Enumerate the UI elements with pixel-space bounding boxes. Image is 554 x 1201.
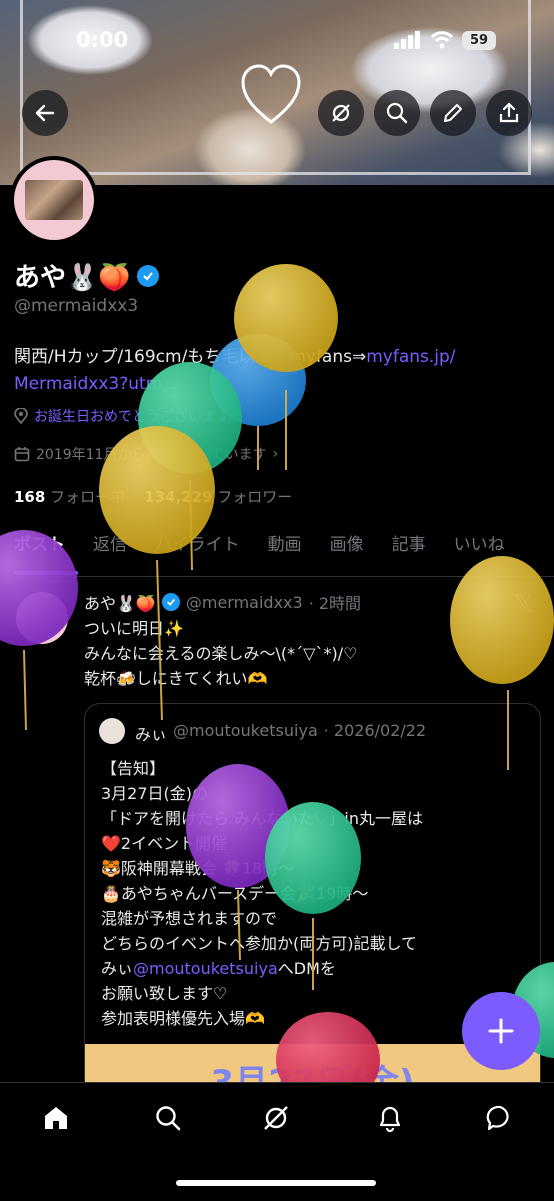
post-header: あや🐰🍑 @mermaidxx3 · 2時間 (84, 590, 361, 614)
follow-stats: 168 フォロー中 134,229 フォロワー (14, 486, 292, 507)
chevron-right-icon: › (272, 446, 279, 462)
back-button[interactable] (22, 90, 68, 136)
search-icon (386, 102, 408, 124)
messages-icon (486, 1105, 509, 1131)
bio-link[interactable]: myfans.jp/ (366, 347, 455, 367)
quote-author: みぃ (135, 725, 168, 744)
following-link[interactable]: 168 フォロー中 (14, 488, 125, 506)
nav-home[interactable] (38, 1100, 74, 1136)
active-tab-indicator (14, 571, 78, 575)
notifications-icon (379, 1106, 401, 1133)
home-indicator (176, 1180, 376, 1186)
profile-handle: @mermaidxx3 (14, 296, 139, 316)
post-author[interactable]: あや🐰🍑 (84, 590, 156, 614)
battery-icon: 59 (462, 30, 496, 50)
joined-text: 2019年11月からXを利用しています (36, 447, 267, 463)
back-icon (35, 104, 55, 122)
post-handle: @mermaidxx3 (185, 592, 303, 612)
status-icons: 59 (394, 29, 496, 51)
search-button[interactable] (374, 90, 420, 136)
tab-replies[interactable]: 返信 (79, 530, 141, 574)
plus-icon (488, 1018, 514, 1044)
verified-badge-icon (161, 593, 180, 611)
nav-search[interactable] (150, 1100, 186, 1136)
quote-handle: @moutouketsuiya (173, 721, 318, 740)
nav-messages[interactable] (482, 1100, 518, 1136)
tab-highlights[interactable]: ハイライト (141, 530, 254, 574)
mention-prefix: みぃ (101, 959, 134, 978)
tabs-divider (0, 576, 554, 577)
birthday-row: お誕生日おめでとうございます。 (14, 406, 243, 426)
tab-posts[interactable]: ポスト (0, 530, 79, 574)
verified-badge-icon (136, 264, 159, 287)
post-avatar[interactable] (16, 592, 68, 644)
wifi-icon (430, 31, 454, 49)
signal-icon (394, 31, 420, 49)
nav-grok[interactable] (258, 1100, 294, 1136)
avatar-photo (25, 180, 83, 220)
search-icon (156, 1106, 181, 1131)
post-time: · 2時間 (308, 594, 362, 613)
bio-text: 関西/Hカップ/169cm/もち毛以上。myfans⇒ (14, 347, 367, 367)
quote-date: · 2026/02/22 (323, 721, 427, 740)
birthday-text[interactable]: お誕生日おめでとうございます。 (34, 406, 243, 426)
display-name: あや🐰🍑 (14, 263, 131, 293)
grok-icon (264, 1106, 288, 1130)
quote-avatar (99, 718, 125, 744)
tab-articles[interactable]: 記事 (378, 530, 440, 574)
quote-text: 【告知】 3月27日(金)の 「ドアを開けたら みんないた♡」in丸一屋は ❤️… (101, 759, 424, 1028)
compose-post-button[interactable] (462, 992, 540, 1070)
status-time: 0:00 (76, 28, 129, 52)
bio-link-2[interactable]: Mermaidxx3?utm... (14, 374, 178, 394)
tab-videos[interactable]: 動画 (254, 530, 316, 574)
profile-name: あや🐰🍑 (14, 257, 159, 294)
profile-tabs: ポスト 返信 ハイライト 動画 画像 記事 いいね (0, 530, 554, 574)
share-button[interactable] (486, 90, 532, 136)
x-logo-icon: 𝕏 (514, 590, 534, 618)
edit-icon (444, 104, 462, 122)
grok-button[interactable] (318, 90, 364, 136)
quote-header: みぃ @moutouketsuiya · 2026/02/22 (135, 721, 426, 745)
nav-notifications[interactable] (372, 1100, 408, 1136)
heart-icon (241, 64, 301, 124)
quote-mention[interactable]: @moutouketsuiya (133, 959, 278, 978)
joined-row: 2019年11月からXを利用しています › (14, 444, 278, 464)
post-text: ついに明日✨ みんなに会えるの楽しみ〜\(*´▽`*)/♡ 乾杯🍻しにきてくれい… (84, 619, 358, 688)
calendar-icon (14, 447, 30, 462)
profile-avatar[interactable] (10, 156, 98, 244)
followers-link[interactable]: 134,229 フォロワー (144, 488, 292, 506)
no-grok-icon (332, 104, 350, 122)
home-icon (45, 1107, 67, 1129)
tab-likes[interactable]: いいね (440, 530, 519, 574)
share-icon (499, 102, 519, 123)
tab-images[interactable]: 画像 (316, 530, 378, 574)
edit-button[interactable] (430, 90, 476, 136)
location-icon (14, 408, 28, 424)
profile-bio: 関西/Hカップ/169cm/もち毛以上。myfans⇒myfans.jp/ Me… (14, 344, 544, 398)
